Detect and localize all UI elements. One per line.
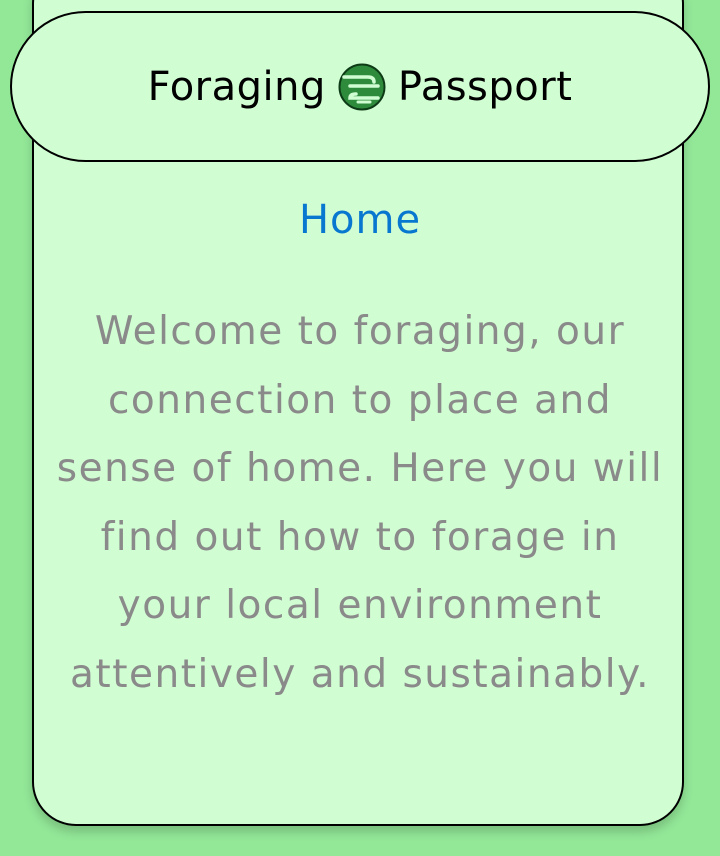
brand-logo-link[interactable]: Foraging Passport: [148, 63, 573, 111]
site-header: Foraging Passport: [10, 11, 710, 162]
page-title: Home: [298, 197, 422, 243]
brand-title-left: Foraging: [147, 63, 326, 110]
page: Foraging Passport Home Welcome to foragi…: [0, 0, 720, 856]
brand-title-right: Passport: [397, 63, 573, 110]
intro-paragraph: Welcome to foraging, our connection to p…: [56, 309, 664, 697]
globe-leaf-icon: [338, 63, 386, 110]
